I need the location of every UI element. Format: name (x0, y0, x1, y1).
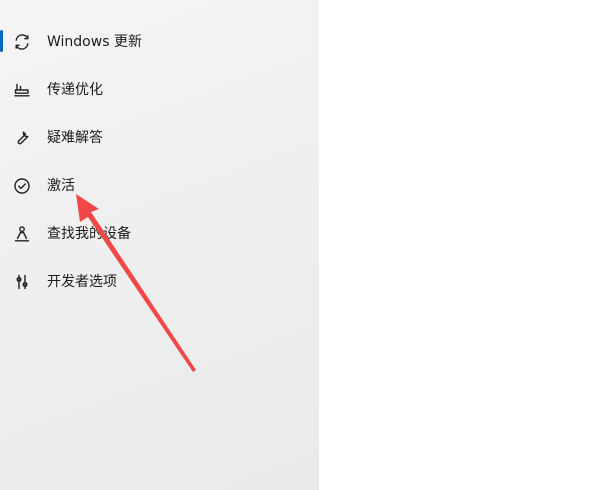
sidebar-item-windows-update[interactable]: Windows 更新 (0, 24, 319, 60)
sidebar-item-find-my-device[interactable]: 查找我的设备 (0, 216, 319, 252)
sidebar-item-troubleshoot[interactable]: 疑难解答 (0, 120, 319, 156)
sidebar-item-developer-options[interactable]: 开发者选项 (0, 264, 319, 300)
sidebar-item-label: 查找我的设备 (47, 226, 131, 242)
settings-sidebar: Windows 更新 传递优化 疑难解答 激活 查找我的设备 开发者选项 (0, 0, 319, 490)
content-pane (319, 0, 614, 490)
sidebar-item-label: 激活 (47, 178, 75, 194)
sidebar-item-delivery-optimization[interactable]: 传递优化 (0, 72, 319, 108)
developer-sliders-icon (13, 273, 31, 291)
sidebar-item-label: 传递优化 (47, 82, 103, 98)
person-location-icon (13, 225, 31, 243)
delivery-optimization-icon (13, 81, 31, 99)
sidebar-item-label: 疑难解答 (47, 130, 103, 146)
sidebar-item-activation[interactable]: 激活 (0, 168, 319, 204)
refresh-icon (13, 33, 31, 51)
settings-window: Windows 更新 传递优化 疑难解答 激活 查找我的设备 开发者选项 (0, 0, 614, 490)
sidebar-item-label: Windows 更新 (47, 34, 142, 50)
check-circle-icon (13, 177, 31, 195)
wrench-icon (13, 129, 31, 147)
sidebar-item-label: 开发者选项 (47, 274, 117, 290)
